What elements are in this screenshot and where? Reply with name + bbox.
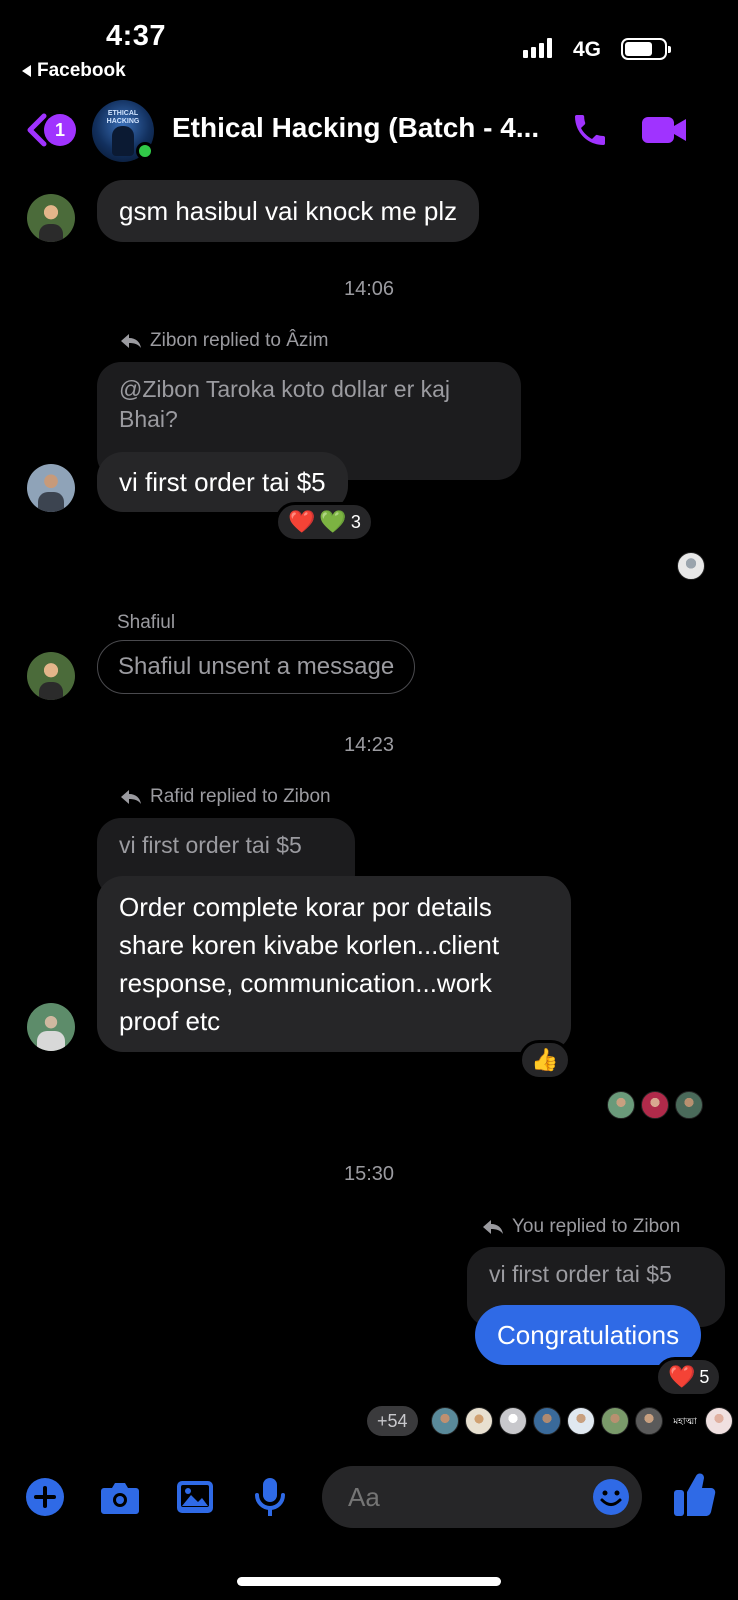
seen-avatar-tag: মহাত্মা bbox=[673, 1416, 697, 1426]
seen-avatar bbox=[607, 1091, 635, 1119]
camera-icon[interactable] bbox=[98, 1475, 142, 1519]
avatar-shafiul[interactable] bbox=[27, 194, 75, 242]
reaction-count: 3 bbox=[350, 511, 361, 532]
message-bubble[interactable]: Order complete korar por details share k… bbox=[97, 876, 571, 1052]
message-input[interactable] bbox=[348, 1466, 568, 1528]
seen-avatar bbox=[677, 552, 705, 580]
reaction-pill[interactable]: 👍 bbox=[519, 1040, 571, 1080]
signal-strength-icon bbox=[523, 38, 552, 58]
seen-avatar bbox=[567, 1407, 595, 1435]
heart-green-icon: 💚 bbox=[319, 509, 347, 534]
seen-more-count[interactable]: +54 bbox=[367, 1406, 418, 1436]
back-app-label: Facebook bbox=[37, 60, 126, 81]
avatar-rafid[interactable] bbox=[27, 1003, 75, 1051]
video-call-icon[interactable] bbox=[640, 114, 688, 146]
reply-label-text: Rafid replied to Zibon bbox=[150, 786, 331, 807]
home-indicator[interactable] bbox=[237, 1577, 501, 1586]
sender-name: Shafiul bbox=[117, 612, 176, 633]
plus-icon[interactable] bbox=[23, 1475, 67, 1519]
reply-label-text: You replied to Zibon bbox=[512, 1216, 681, 1237]
avatar-shafiul[interactable] bbox=[27, 652, 75, 700]
avatar-zibon[interactable] bbox=[27, 464, 75, 512]
seen-avatar bbox=[499, 1407, 527, 1435]
online-status-dot bbox=[136, 142, 154, 160]
reaction-pill[interactable]: ❤️ 💚 3 bbox=[275, 502, 374, 542]
timestamp: 14:06 bbox=[343, 278, 395, 300]
reaction-pill[interactable]: ❤️ 5 bbox=[655, 1357, 723, 1397]
reply-label: Rafid replied to Zibon bbox=[120, 786, 331, 808]
reply-label: You replied to Zibon bbox=[482, 1216, 680, 1238]
reply-arrow-icon bbox=[121, 334, 141, 348]
unread-badge[interactable]: 1 bbox=[44, 114, 76, 146]
seen-avatar bbox=[675, 1091, 703, 1119]
timestamp: 14:23 bbox=[343, 734, 395, 756]
timestamp: 15:30 bbox=[343, 1163, 395, 1185]
microphone-icon[interactable] bbox=[248, 1475, 292, 1519]
seen-avatar bbox=[641, 1091, 669, 1119]
status-time: 4:37 bbox=[106, 20, 167, 52]
back-to-facebook-link[interactable]: Facebook bbox=[22, 60, 126, 82]
back-triangle-icon bbox=[22, 65, 31, 77]
seen-avatar bbox=[635, 1407, 663, 1435]
heart-red-icon: ❤️ bbox=[288, 509, 316, 534]
seen-avatar bbox=[705, 1407, 733, 1435]
reaction-count: 5 bbox=[699, 1366, 710, 1387]
network-type: 4G bbox=[573, 38, 602, 61]
gallery-icon[interactable] bbox=[173, 1475, 217, 1519]
message-composer[interactable] bbox=[322, 1466, 642, 1528]
reply-label: Zibon replied to Âzim bbox=[120, 330, 328, 352]
phone-call-icon[interactable] bbox=[570, 110, 610, 150]
group-avatar-text: ETHICAL HACKING bbox=[106, 110, 140, 125]
my-message-bubble[interactable]: Congratulations bbox=[475, 1305, 702, 1365]
message-bubble[interactable]: gsm hasibul vai knock me plz bbox=[97, 180, 480, 242]
unsent-message: Shafiul unsent a message bbox=[97, 640, 416, 694]
thumbs-up-send-icon[interactable] bbox=[672, 1470, 716, 1520]
reply-arrow-icon bbox=[121, 790, 141, 804]
heart-red-icon: ❤️ bbox=[668, 1364, 696, 1389]
seen-avatar bbox=[465, 1407, 493, 1435]
thumbs-up-icon: 👍 bbox=[531, 1047, 559, 1072]
seen-avatar bbox=[533, 1407, 561, 1435]
emoji-icon[interactable] bbox=[592, 1478, 630, 1516]
chat-title[interactable]: Ethical Hacking (Batch - 4... bbox=[172, 112, 539, 144]
reply-arrow-icon bbox=[483, 1220, 503, 1234]
battery-icon bbox=[621, 38, 671, 60]
seen-avatar bbox=[431, 1407, 459, 1435]
seen-avatar bbox=[601, 1407, 629, 1435]
reply-label-text: Zibon replied to Âzim bbox=[150, 330, 329, 351]
